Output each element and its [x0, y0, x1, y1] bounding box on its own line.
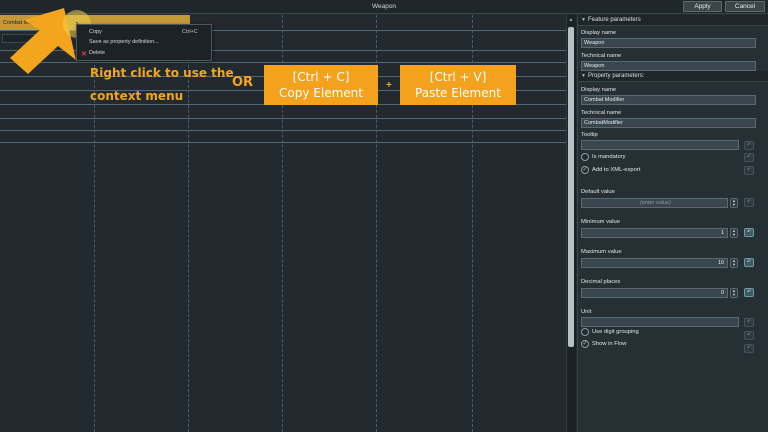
paste-key-label: [Ctrl + V]: [429, 70, 487, 84]
delete-x-icon: ✕: [81, 51, 87, 58]
property-display-name-field[interactable]: Combat Modifier: [581, 95, 756, 105]
chevron-down-icon: ▼: [581, 73, 586, 79]
minimum-value-reset-icon[interactable]: ↶: [744, 228, 754, 237]
unit-reset-icon[interactable]: ↶: [744, 318, 754, 327]
paste-shortcut-callout: [Ctrl + V] Paste Element: [400, 65, 516, 105]
hint-line-1: Right click to use the: [90, 66, 234, 80]
show-in-flow-checkbox[interactable]: ✓: [581, 340, 589, 348]
is-mandatory-checkbox[interactable]: [581, 153, 589, 161]
context-menu-copy[interactable]: Copy: [89, 29, 102, 35]
maximum-value-input[interactable]: 10: [581, 258, 728, 268]
maximum-value-label: Maximum value: [581, 249, 622, 255]
xml-export-checkbox[interactable]: ✓: [581, 166, 589, 174]
scrollbar-thumb[interactable]: [568, 27, 574, 347]
is-mandatory-label: Is mandatory: [592, 154, 626, 160]
display-name-field[interactable]: Weapon: [581, 38, 756, 48]
property-display-name-label: Display name: [581, 87, 617, 93]
maximum-value-stepper[interactable]: ▲ ▼: [730, 258, 738, 268]
default-value-label: Default value: [581, 189, 615, 195]
tooltip-label: Tooltip: [581, 132, 598, 138]
plus-sign: +: [386, 80, 392, 91]
minimum-value-input[interactable]: 1: [581, 228, 728, 238]
decimal-places-label: Decimal places: [581, 279, 621, 285]
tooltip-field[interactable]: [581, 140, 739, 150]
scroll-up-icon[interactable]: ▲: [568, 17, 574, 24]
is-mandatory-reset-icon[interactable]: ↶: [744, 153, 754, 162]
grid-line: [0, 142, 566, 143]
copy-key-label: [Ctrl + C]: [292, 70, 350, 84]
feature-parameters-title: Feature parameters: [588, 17, 641, 23]
default-value-reset-icon[interactable]: ↶: [744, 198, 754, 207]
copy-element-label: Copy Element: [279, 86, 363, 100]
hint-line-2: context menu: [90, 89, 184, 103]
maximum-value-reset-icon[interactable]: ↶: [744, 258, 754, 267]
decimal-places-input[interactable]: 0: [581, 288, 728, 298]
xml-export-label: Add to XML-export: [592, 167, 641, 173]
xml-export-reset-icon[interactable]: ↶: [744, 166, 754, 175]
digit-grouping-reset-icon[interactable]: ↶: [744, 331, 754, 340]
cancel-button[interactable]: Cancel: [725, 1, 765, 12]
property-parameters-section[interactable]: ▼ Property parameters:: [578, 71, 768, 82]
tooltip-reset-icon[interactable]: ↶: [744, 141, 754, 150]
technical-name-label: Technical name: [581, 53, 622, 59]
technical-name-field[interactable]: Weapon: [581, 61, 756, 71]
default-value-input[interactable]: (enter value): [581, 198, 728, 208]
context-menu-save-as-property-definition[interactable]: Save as property definition...: [89, 39, 159, 45]
minimum-value-label: Minimum value: [581, 219, 620, 225]
default-value-stepper[interactable]: ▲ ▼: [730, 198, 738, 208]
grid-line: [0, 130, 566, 131]
display-name-label: Display name: [581, 30, 617, 36]
decimal-places-reset-icon[interactable]: ↶: [744, 288, 754, 297]
grid-line: [0, 62, 566, 63]
decimal-places-stepper[interactable]: ▲ ▼: [730, 288, 738, 298]
property-parameters-title: Property parameters:: [588, 73, 645, 79]
copy-shortcut: Ctrl+C: [182, 29, 198, 35]
property-technical-name-field[interactable]: CombatModifier: [581, 118, 756, 128]
digit-grouping-label: Use digit grouping: [592, 329, 639, 335]
apply-button[interactable]: Apply: [683, 1, 722, 12]
unit-field[interactable]: [581, 317, 739, 327]
feature-parameters-section[interactable]: ▼ Feature parameters: [578, 15, 768, 26]
paste-element-label: Paste Element: [415, 86, 501, 100]
show-in-flow-reset-icon[interactable]: ↶: [744, 344, 754, 353]
show-in-flow-label: Show in Flow: [592, 341, 627, 347]
property-technical-name-label: Technical name: [581, 110, 622, 116]
digit-grouping-checkbox[interactable]: [581, 328, 589, 336]
minimum-value-stepper[interactable]: ▲ ▼: [730, 228, 738, 238]
unit-label: Unit: [581, 309, 592, 315]
context-menu: Copy Ctrl+C Save as property definition.…: [76, 24, 212, 61]
chevron-down-icon: ▼: [581, 17, 586, 23]
grid-line: [0, 118, 566, 119]
window-title: Weapon: [371, 3, 397, 10]
copy-shortcut-callout: [Ctrl + C] Copy Element: [264, 65, 378, 105]
or-label: OR: [232, 75, 254, 90]
context-menu-delete[interactable]: Delete: [89, 50, 105, 56]
